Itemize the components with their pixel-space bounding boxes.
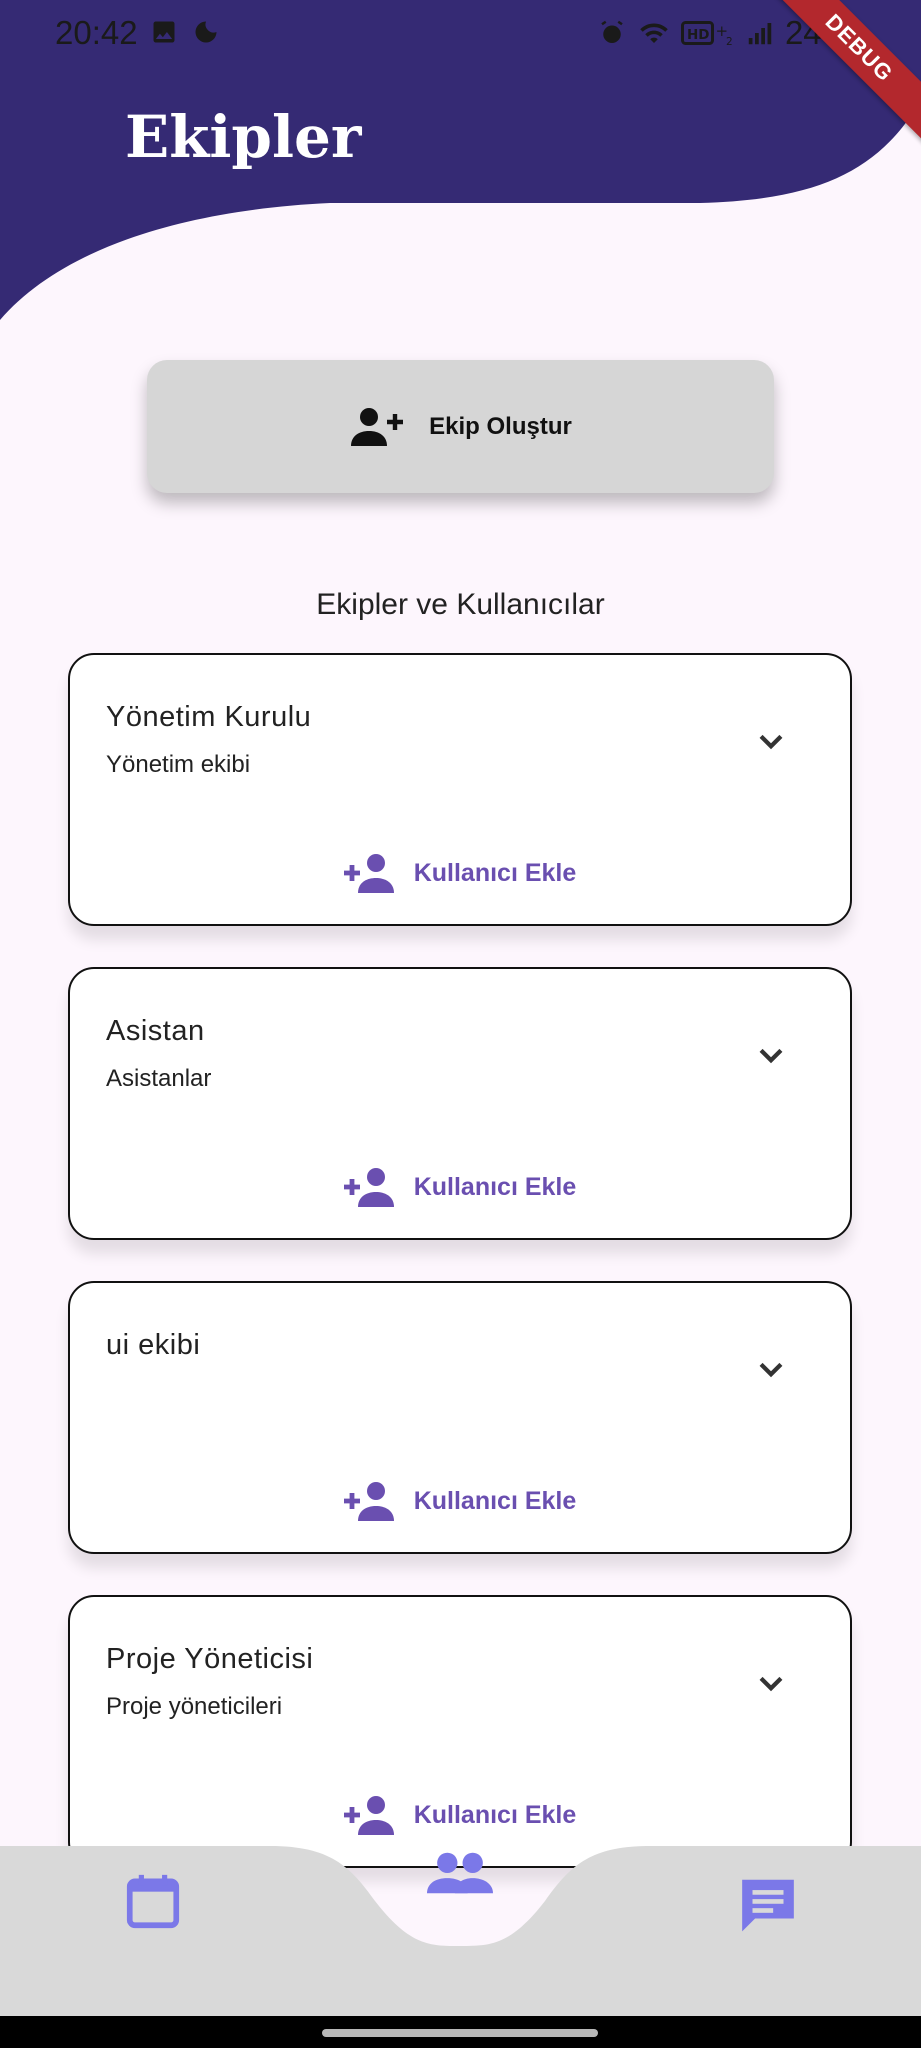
chevron-down-icon[interactable] [754,1039,788,1073]
team-description: Yönetim ekibi [106,751,251,778]
status-bar: 20:42 HD+2 24% [0,0,921,68]
create-team-label: Ekip Oluştur [429,412,572,440]
person-add-icon [343,854,394,893]
add-user-label: Kullanıcı Ekle [413,1172,577,1201]
home-indicator[interactable] [322,2029,598,2037]
nav-calendar[interactable] [122,1870,184,1939]
person-add-icon [343,1168,394,1207]
add-user-label: Kullanıcı Ekle [413,1486,577,1515]
team-description: Asistanlar [106,1065,212,1092]
add-user-button[interactable]: Kullanıcı Ekle [70,1481,850,1521]
moon-icon [195,21,217,43]
add-user-button[interactable]: Kullanıcı Ekle [70,1167,850,1207]
add-user-label: Kullanıcı Ekle [413,858,577,887]
page-title: Ekipler [125,103,362,171]
calendar-icon [126,1874,180,1929]
team-name: Asistan [106,1015,205,1047]
team-name: Yönetim Kurulu [106,701,312,733]
person-add-icon [351,407,404,446]
cell-signal-icon [748,23,772,45]
team-card[interactable]: Yönetim Kurulu Yönetim ekibi Kullanıcı E… [68,653,852,926]
chevron-down-icon[interactable] [754,1353,788,1387]
team-description: Proje yöneticileri [106,1693,283,1720]
add-user-button[interactable]: Kullanıcı Ekle [70,853,850,893]
svg-text:HD: HD [687,27,710,43]
create-team-button[interactable]: Ekip Oluştur [147,360,774,493]
alarm-icon [601,20,623,43]
chevron-down-icon[interactable] [754,1667,788,1701]
chevron-down-icon[interactable] [754,725,788,759]
person-add-icon [343,1482,394,1521]
add-user-button[interactable]: Kullanıcı Ekle [70,1795,850,1835]
team-card[interactable]: Proje Yöneticisi Proje yöneticileri Kull… [68,1595,852,1868]
status-time: 20:42 [55,14,138,51]
hd-signal-icon: HD +2 [680,21,733,48]
section-title: Ekipler ve Kullanıcılar [316,588,605,621]
wifi-icon [640,23,668,43]
person-add-icon [343,1796,394,1835]
bottom-navigation [0,1846,921,2016]
team-name: Proje Yöneticisi [106,1643,314,1675]
chat-icon [742,1879,794,1932]
nav-teams[interactable] [427,1848,493,1903]
add-user-label: Kullanıcı Ekle [413,1800,577,1829]
team-name: ui ekibi [106,1329,201,1361]
team-card[interactable]: Asistan Asistanlar Kullanıcı Ekle [68,967,852,1240]
group-icon [427,1852,493,1894]
svg-text:2: 2 [726,36,733,48]
team-card[interactable]: ui ekibi Kullanıcı Ekle [68,1281,852,1554]
image-icon [153,21,175,43]
nav-messages[interactable] [737,1872,799,1939]
